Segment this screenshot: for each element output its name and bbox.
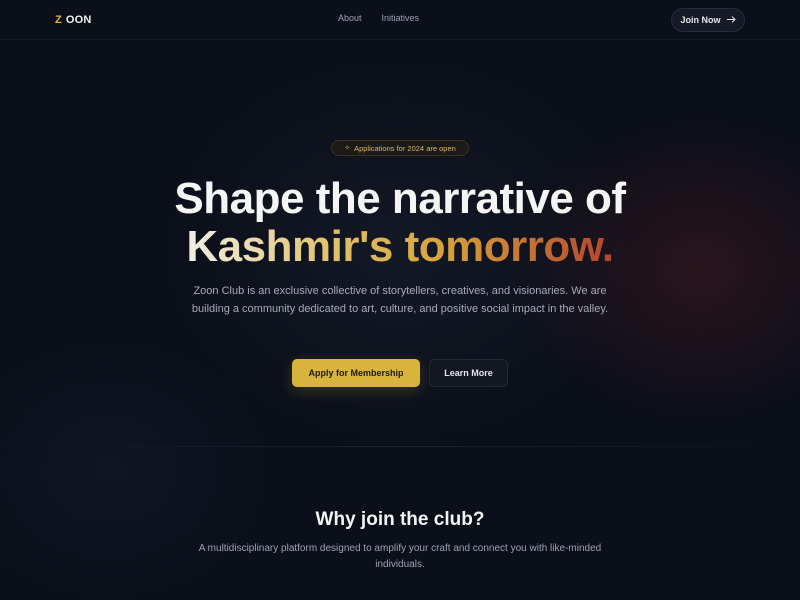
apply-membership-label: Apply for Membership — [308, 368, 404, 378]
landing-page: Z OON About Initiatives Join Now ✧ Appli… — [0, 0, 800, 600]
sparkle-icon: ✧ — [344, 145, 351, 152]
section-divider — [0, 446, 800, 447]
logo-text: OON — [65, 14, 92, 26]
applications-badge: ✧ Applications for 2024 are open — [331, 140, 469, 156]
site-header: Z OON About Initiatives Join Now — [0, 0, 800, 40]
badge-text: Applications for 2024 are open — [354, 143, 456, 153]
join-now-label: Join Now — [680, 15, 721, 25]
join-now-button[interactable]: Join Now — [671, 8, 745, 32]
main-nav: About Initiatives — [338, 13, 419, 23]
hero-title-line1: Shape the narrative of — [174, 174, 626, 223]
why-join-description: A multidisciplinary platform designed to… — [198, 543, 602, 570]
hero-title: Shape the narrative of Kashmir's tomorro… — [0, 175, 800, 271]
nav-link-about[interactable]: About — [338, 13, 362, 23]
learn-more-button[interactable]: Learn More — [429, 359, 508, 387]
apply-membership-button[interactable]: Apply for Membership — [292, 359, 420, 387]
nav-link-initiatives[interactable]: Initiatives — [382, 13, 420, 23]
why-join-title: Why join the club? — [315, 509, 485, 530]
hero-title-line2: Kashmir's tomorrow. — [186, 222, 614, 271]
learn-more-label: Learn More — [444, 368, 493, 378]
site-logo[interactable]: Z OON — [55, 12, 92, 28]
logo-mark: Z — [55, 14, 62, 26]
arrow-right-icon — [726, 15, 736, 25]
hero-description: Zoon Club is an exclusive collective of … — [191, 285, 609, 315]
